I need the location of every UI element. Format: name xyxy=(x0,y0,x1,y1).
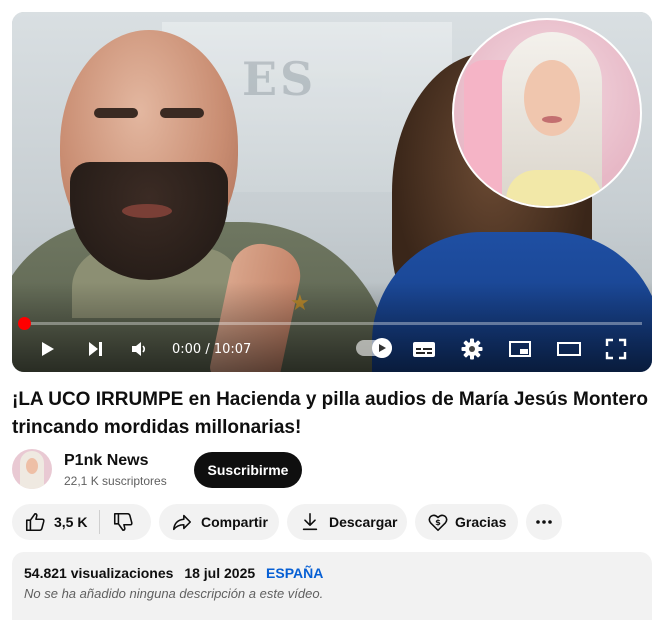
view-count: 54.821 visualizaciones xyxy=(24,565,174,581)
download-icon xyxy=(302,512,318,531)
like-button[interactable]: 3,5 K xyxy=(12,504,99,540)
subtitles-icon xyxy=(413,342,435,357)
download-label: Descargar xyxy=(329,514,398,530)
thanks-button[interactable]: $ Gracias xyxy=(415,504,518,540)
description-text: No se ha añadido ninguna descripción a e… xyxy=(24,586,324,601)
location-tag[interactable]: ESPAÑA xyxy=(266,565,323,581)
channel-name[interactable]: P1nk News xyxy=(64,452,148,470)
progress-bar[interactable] xyxy=(22,322,642,325)
miniplayer-icon xyxy=(509,341,531,357)
autoplay-toggle[interactable] xyxy=(356,338,392,358)
thumbs-up-icon xyxy=(25,512,45,532)
share-icon xyxy=(172,514,192,531)
video-player[interactable]: ES ★ 0:00 / 10:07 xyxy=(12,12,652,372)
time-display: 0:00 / 10:07 xyxy=(172,342,252,357)
channel-avatar[interactable] xyxy=(12,449,52,489)
gear-icon xyxy=(461,338,483,360)
thanks-label: Gracias xyxy=(455,514,507,530)
play-icon xyxy=(42,342,54,356)
man-mouth xyxy=(122,204,172,218)
more-horizontal-icon xyxy=(536,520,552,524)
autoplay-play-icon xyxy=(379,344,386,352)
banner-emblem: ES xyxy=(242,52,317,106)
subscribe-button[interactable]: Suscribirme xyxy=(194,452,302,488)
download-button[interactable]: Descargar xyxy=(287,504,407,540)
volume-icon xyxy=(132,342,146,356)
share-button[interactable]: Compartir xyxy=(159,504,279,540)
like-dislike-group: 3,5 K xyxy=(12,504,151,540)
like-count: 3,5 K xyxy=(54,514,88,530)
thumbs-down-icon xyxy=(114,512,134,532)
man-brow-left xyxy=(94,108,138,118)
autoplay-knob xyxy=(372,338,392,358)
upload-date: 18 jul 2025 xyxy=(184,565,256,581)
share-label: Compartir xyxy=(201,514,268,530)
progress-scrubber[interactable] xyxy=(18,317,31,330)
theater-icon xyxy=(557,342,581,356)
description-box[interactable]: 54.821 visualizaciones 18 jul 2025 ESPAÑ… xyxy=(12,552,652,620)
presenter-inset xyxy=(452,18,642,208)
fullscreen-button[interactable] xyxy=(602,336,630,362)
inset-lips xyxy=(542,116,562,123)
description-meta: 54.821 visualizaciones 18 jul 2025 ESPAÑ… xyxy=(24,565,323,581)
more-actions-button[interactable] xyxy=(526,504,562,540)
inset-top xyxy=(506,170,602,206)
svg-text:$: $ xyxy=(435,517,441,527)
avatar-face xyxy=(26,458,38,474)
volume-button[interactable] xyxy=(126,336,152,362)
next-button[interactable] xyxy=(82,336,108,362)
man-brow-right xyxy=(160,108,204,118)
video-title: ¡LA UCO IRRUMPE en Hacienda y pilla audi… xyxy=(12,389,648,438)
heart-dollar-icon: $ xyxy=(428,514,448,532)
dislike-button[interactable] xyxy=(100,504,146,540)
miniplayer-button[interactable] xyxy=(506,336,534,362)
theater-button[interactable] xyxy=(554,336,584,362)
next-icon xyxy=(89,342,102,356)
fullscreen-icon xyxy=(605,338,627,360)
settings-button[interactable] xyxy=(458,336,486,362)
subscriber-count: 22,1 K suscriptores xyxy=(64,474,167,488)
play-button[interactable] xyxy=(34,336,60,362)
subtitles-button[interactable] xyxy=(410,336,438,362)
inset-face xyxy=(524,60,580,136)
